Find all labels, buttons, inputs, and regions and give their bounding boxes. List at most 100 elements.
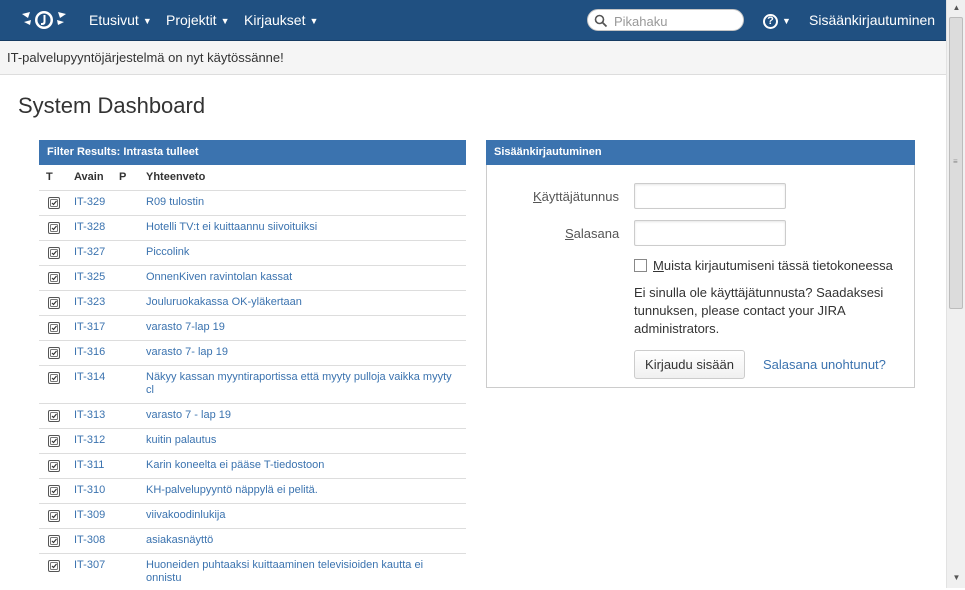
issue-summary-link[interactable]: Huoneiden puhtaaksi kuittaaminen televis… (146, 559, 459, 585)
table-row: IT-307 Huoneiden puhtaaksi kuittaaminen t… (39, 553, 466, 590)
jira-logo-icon[interactable] (20, 8, 68, 32)
scroll-down-arrow-icon[interactable]: ▼ (947, 570, 965, 586)
login-gadget: Sisäänkirjautuminen Käyttäjätunnus Salas… (486, 140, 915, 388)
column-header-type[interactable]: T (46, 171, 53, 183)
issue-key-link[interactable]: IT-312 (74, 434, 105, 446)
issue-type-icon (48, 510, 60, 522)
issue-type-icon (48, 435, 60, 447)
scrollbar-thumb[interactable]: ≡ (949, 17, 963, 309)
filter-results-gadget: Filter Results: Intrasta tulleet T Avain… (39, 140, 466, 590)
issue-type-icon (48, 297, 60, 309)
password-label-text: alasana (573, 226, 620, 241)
table-row: IT-327 Piccolink (39, 240, 466, 265)
issue-summary-link[interactable]: Karin koneelta ei pääse T-tiedostoon (146, 459, 459, 472)
password-label-accesskey: S (565, 226, 574, 241)
issue-key-link[interactable]: IT-311 (74, 459, 104, 471)
issue-key-link[interactable]: IT-317 (74, 321, 105, 333)
filter-gadget-title: Filter Results: Intrasta tulleet (39, 140, 466, 165)
issue-key-link[interactable]: IT-316 (74, 346, 105, 358)
issue-type-icon (48, 322, 60, 334)
column-header-summary[interactable]: Yhteenveto (146, 171, 205, 183)
password-field[interactable] (634, 220, 786, 246)
remember-me-accesskey: M (653, 258, 664, 273)
issue-summary-link[interactable]: KH-palvelupyyntö näppylä ei pelitä. (146, 484, 459, 497)
issue-summary-link[interactable]: Jouluruokakassa OK-yläkertaan (146, 296, 459, 309)
search-icon (594, 14, 608, 28)
nav-issues-menu[interactable]: Kirjaukset ▼ (244, 12, 318, 28)
issue-summary-link[interactable]: viivakoodinlukija (146, 509, 459, 522)
issue-key-link[interactable]: IT-307 (74, 559, 105, 571)
column-header-key[interactable]: Avain (74, 171, 104, 183)
issue-key-link[interactable]: IT-325 (74, 271, 105, 283)
table-row: IT-328 Hotelli TV:t ei kuittaannu siivoit… (39, 215, 466, 240)
chevron-down-icon: ▼ (142, 16, 152, 26)
top-navigation-bar: Etusivut▼ Projektit▼ Kirjaukset▼ ?▼ Sisä… (0, 0, 946, 41)
chevron-down-icon: ▼ (220, 16, 230, 26)
issue-type-icon (48, 347, 60, 359)
issue-type-icon (48, 222, 60, 234)
nav-dashboards-label: Etusivut (89, 12, 139, 28)
issue-key-link[interactable]: IT-329 (74, 196, 105, 208)
forgot-password-link[interactable]: Salasana unohtunut? (763, 357, 886, 372)
scroll-up-arrow-icon[interactable]: ▲ (947, 0, 965, 16)
issue-table: IT-329 R09 tulostin IT-328 Hotelli TV:t ei … (39, 190, 466, 590)
issue-summary-link[interactable]: asiakasnäyttö (146, 534, 459, 547)
announcement-text: IT-palvelupyyntöjärjestelmä on nyt käytö… (7, 50, 284, 65)
issue-key-link[interactable]: IT-314 (74, 371, 105, 383)
chevron-down-icon: ▼ (782, 16, 791, 26)
login-button[interactable]: Kirjaudu sisään (634, 350, 745, 379)
login-link[interactable]: Sisäänkirjautuminen (809, 12, 935, 28)
table-row: IT-312 kuitin palautus (39, 428, 466, 453)
issue-type-icon (48, 460, 60, 472)
issue-summary-link[interactable]: OnnenKiven ravintolan kassat (146, 271, 459, 284)
grip-icon: ≡ (953, 157, 958, 166)
table-row: IT-316 varasto 7- lap 19 (39, 340, 466, 365)
announcement-banner: IT-palvelupyyntöjärjestelmä on nyt käytö… (0, 41, 946, 75)
issue-key-link[interactable]: IT-310 (74, 484, 105, 496)
table-row: IT-313 varasto 7 - lap 19 (39, 403, 466, 428)
username-label-text: äyttäjätunnus (541, 189, 620, 204)
issue-summary-link[interactable]: varasto 7 - lap 19 (146, 409, 459, 422)
issue-summary-link[interactable]: varasto 7-lap 19 (146, 321, 459, 334)
issue-key-link[interactable]: IT-327 (74, 246, 105, 258)
chevron-down-icon: ▼ (309, 16, 319, 26)
nav-projects-label: Projektit (166, 12, 217, 28)
issue-key-link[interactable]: IT-323 (74, 296, 105, 308)
help-menu[interactable]: ? ▼ (763, 11, 791, 29)
issue-key-link[interactable]: IT-313 (74, 409, 105, 421)
issue-summary-link[interactable]: Näkyy kassan myyntiraportissa että myyty… (146, 371, 459, 397)
username-field[interactable] (634, 183, 786, 209)
page-scrollbar[interactable]: ▲ ≡ ▼ (946, 0, 965, 588)
remember-me-label[interactable]: Muista kirjautumiseni tässä tietokoneess… (653, 258, 893, 273)
nav-issues-label: Kirjaukset (244, 12, 306, 28)
nav-projects-menu[interactable]: Projektit ▼ (166, 12, 230, 28)
table-row: IT-308 asiakasnäyttö (39, 528, 466, 553)
issue-type-icon (48, 535, 60, 547)
remember-me-checkbox[interactable] (634, 259, 647, 272)
issue-summary-link[interactable]: varasto 7- lap 19 (146, 346, 459, 359)
quick-search (587, 9, 744, 31)
quick-search-input[interactable] (612, 13, 741, 30)
table-row: IT-325 OnnenKiven ravintolan kassat (39, 265, 466, 290)
login-gadget-title: Sisäänkirjautuminen (486, 140, 915, 165)
table-row: IT-314 Näkyy kassan myyntiraportissa että… (39, 365, 466, 403)
nav-dashboards-menu[interactable]: Etusivut ▼ (89, 12, 152, 28)
issue-summary-link[interactable]: kuitin palautus (146, 434, 459, 447)
issue-summary-link[interactable]: Hotelli TV:t ei kuittaannu siivoituiksi (146, 221, 459, 234)
table-row: IT-323 Jouluruokakassa OK-yläkertaan (39, 290, 466, 315)
issue-key-link[interactable]: IT-328 (74, 221, 105, 233)
username-label: Käyttäjätunnus (533, 189, 619, 204)
issue-type-icon (48, 272, 60, 284)
issue-summary-link[interactable]: R09 tulostin (146, 196, 459, 209)
signup-info-text: Ei sinulla ole käyttäjätunnusta? Saadaks… (634, 285, 884, 336)
help-icon: ? (763, 14, 778, 29)
issue-summary-link[interactable]: Piccolink (146, 246, 459, 259)
issue-key-link[interactable]: IT-309 (74, 509, 105, 521)
password-label: Salasana (565, 226, 619, 241)
remember-me-text: uista kirjautumiseni tässä tietokoneessa (663, 258, 893, 273)
issue-key-link[interactable]: IT-308 (74, 534, 105, 546)
column-header-priority[interactable]: P (119, 171, 126, 183)
username-label-accesskey: K (533, 189, 542, 204)
table-row: IT-311 Karin koneelta ei pääse T-tiedosto… (39, 453, 466, 478)
table-row: IT-310 KH-palvelupyyntö näppylä ei pelitä… (39, 478, 466, 503)
